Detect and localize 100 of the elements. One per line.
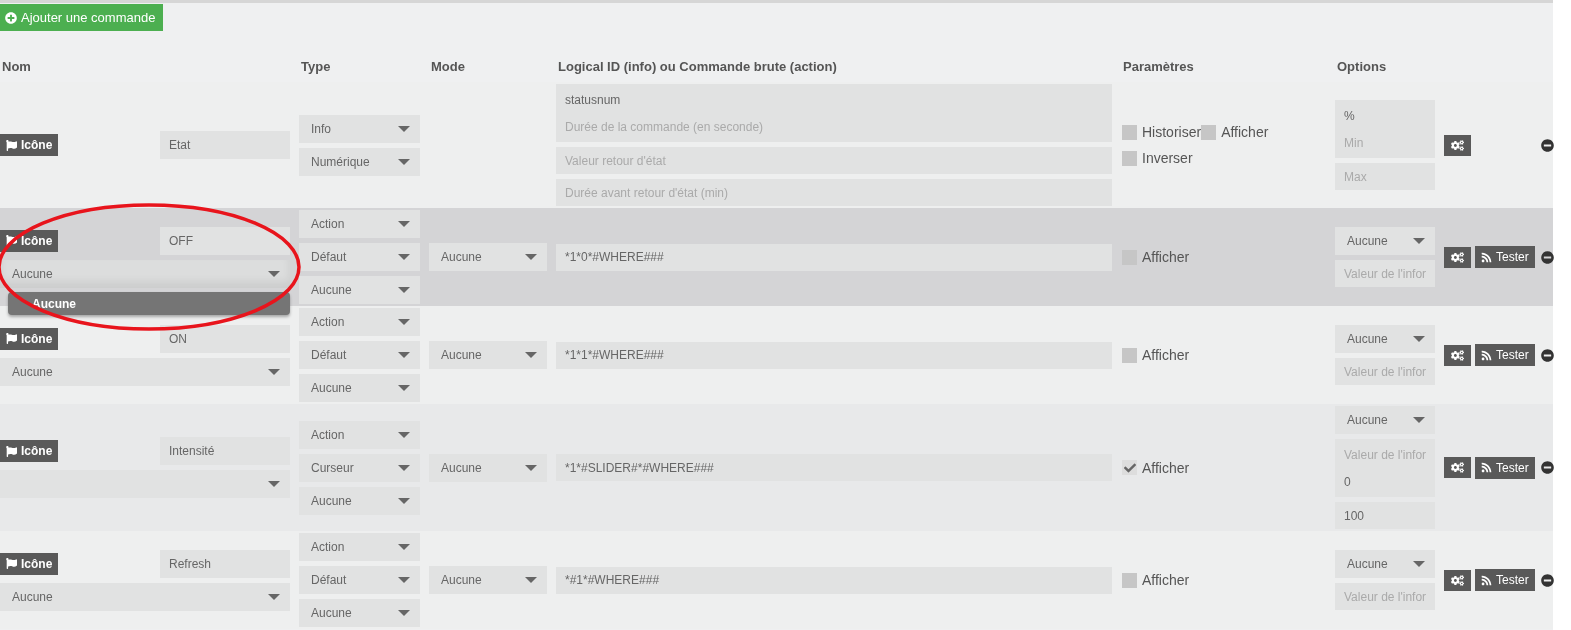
option-field[interactable]: 100 <box>1335 502 1435 529</box>
column-header: Type <box>300 58 332 74</box>
linked-select[interactable]: Aucune <box>0 357 290 386</box>
checkbox[interactable] <box>1122 124 1137 140</box>
settings-button[interactable] <box>1444 246 1471 268</box>
option-select[interactable]: Aucune <box>1335 550 1435 578</box>
name-field[interactable]: ON <box>160 324 290 353</box>
checkbox[interactable] <box>1201 124 1217 140</box>
settings-button[interactable] <box>1444 134 1471 156</box>
remove-icon[interactable] <box>1541 138 1554 152</box>
flag-icon <box>6 558 17 569</box>
rss-icon <box>1481 349 1492 361</box>
test-button[interactable]: Tester <box>1475 246 1535 268</box>
type-select[interactable]: Aucune <box>299 599 420 627</box>
gears-icon <box>1451 461 1464 474</box>
name-field[interactable]: OFF <box>160 226 290 255</box>
type-select[interactable]: Numérique <box>299 147 420 176</box>
checkbox[interactable] <box>1122 572 1137 588</box>
option-select[interactable]: Aucune <box>1335 227 1435 255</box>
icon-button[interactable]: Icône <box>0 552 59 575</box>
caret-icon <box>268 593 280 600</box>
checkbox-label: Afficher <box>1142 249 1190 265</box>
caret-icon <box>398 352 410 358</box>
type-select[interactable]: Info <box>299 114 420 143</box>
settings-button[interactable] <box>1444 457 1471 478</box>
settings-button[interactable] <box>1444 569 1471 591</box>
add-command-button[interactable]: Ajouter une commande <box>0 4 164 31</box>
caret-icon <box>398 125 410 132</box>
type-select[interactable]: Action <box>299 533 420 561</box>
type-select[interactable]: Aucune <box>299 374 420 402</box>
name-field[interactable]: Etat <box>160 131 290 159</box>
remove-icon[interactable] <box>1541 348 1554 362</box>
rss-icon <box>1481 462 1492 473</box>
command-field[interactable]: *1*0*#WHERE### <box>556 243 1112 271</box>
caret-icon <box>398 221 410 227</box>
flag-icon <box>6 333 17 344</box>
mode-select[interactable]: Aucune <box>429 566 547 594</box>
caret-icon <box>398 287 410 293</box>
name-field[interactable]: Refresh <box>160 549 290 578</box>
flag-icon <box>6 445 17 457</box>
caret-icon <box>398 254 410 260</box>
command-field[interactable]: *#1*#WHERE### <box>556 566 1112 594</box>
option-select[interactable]: Aucune <box>1335 406 1435 434</box>
type-select[interactable]: Défaut <box>299 341 420 369</box>
checkbox[interactable] <box>1122 460 1137 475</box>
linked-select[interactable]: Aucune <box>0 582 290 611</box>
type-select[interactable]: Aucune <box>299 486 420 515</box>
caret-icon <box>398 610 410 616</box>
remove-icon[interactable] <box>1541 461 1554 474</box>
command-value: statusnum <box>564 91 622 109</box>
checkbox[interactable] <box>1122 347 1137 363</box>
test-button[interactable]: Tester <box>1475 344 1535 366</box>
caret-icon <box>268 481 280 487</box>
caret-icon <box>525 464 537 471</box>
mode-select[interactable]: Aucune <box>429 243 547 271</box>
column-header: Options <box>1336 58 1388 74</box>
caret-icon <box>268 270 280 277</box>
gears-icon <box>1451 573 1464 587</box>
rss-icon <box>1481 251 1492 263</box>
type-select[interactable]: Action <box>299 210 420 238</box>
type-select[interactable]: Défaut <box>299 566 420 594</box>
remove-icon[interactable] <box>1541 250 1554 264</box>
icon-button[interactable]: Icône <box>0 229 59 252</box>
command-field[interactable]: *1*#SLIDER#*#WHERE### <box>556 454 1112 481</box>
icon-button[interactable]: Icône <box>0 327 59 350</box>
type-select[interactable]: Curseur <box>299 453 420 482</box>
remove-icon[interactable] <box>1541 573 1554 587</box>
dropdown-option[interactable]: Aucune <box>8 292 290 315</box>
settings-button[interactable] <box>1444 344 1471 366</box>
mode-select[interactable]: Aucune <box>429 341 547 369</box>
type-select[interactable]: Aucune <box>299 276 420 304</box>
icon-button[interactable]: Icône <box>0 440 59 462</box>
type-select[interactable]: Défaut <box>299 243 420 271</box>
caret-icon <box>398 431 410 438</box>
command-field[interactable]: statusnum Durée de la commande (en seconde) <box>556 84 1112 142</box>
test-button[interactable]: Tester <box>1475 456 1535 479</box>
column-header: Logical ID (info) ou Commande brute (action) <box>557 58 838 74</box>
flag-icon <box>6 235 17 246</box>
icon-button[interactable]: Icône <box>0 134 59 156</box>
checkbox-label: Afficher <box>1221 124 1269 140</box>
caret-icon <box>525 352 537 358</box>
test-button[interactable]: Tester <box>1475 569 1535 591</box>
linked-select[interactable]: Aucune <box>0 259 290 288</box>
flag-icon <box>6 139 17 151</box>
option-field[interactable]: % Min <box>1335 100 1435 158</box>
option-select[interactable]: Aucune <box>1335 325 1435 353</box>
mode-select[interactable]: Aucune <box>429 453 547 482</box>
caret-icon <box>1413 417 1425 423</box>
caret-icon <box>1413 561 1425 567</box>
gears-icon <box>1451 348 1464 362</box>
type-select[interactable]: Action <box>299 308 420 336</box>
caret-icon <box>1413 238 1425 244</box>
gears-icon <box>1451 250 1464 264</box>
command-field[interactable]: *1*1*#WHERE### <box>556 341 1112 369</box>
checkbox[interactable] <box>1122 150 1137 166</box>
name-field[interactable]: Intensité <box>160 437 290 465</box>
option-placeholder: Min <box>1343 134 1365 152</box>
check-icon <box>1123 461 1136 474</box>
rss-icon <box>1481 574 1492 586</box>
type-select[interactable]: Action <box>299 420 420 449</box>
